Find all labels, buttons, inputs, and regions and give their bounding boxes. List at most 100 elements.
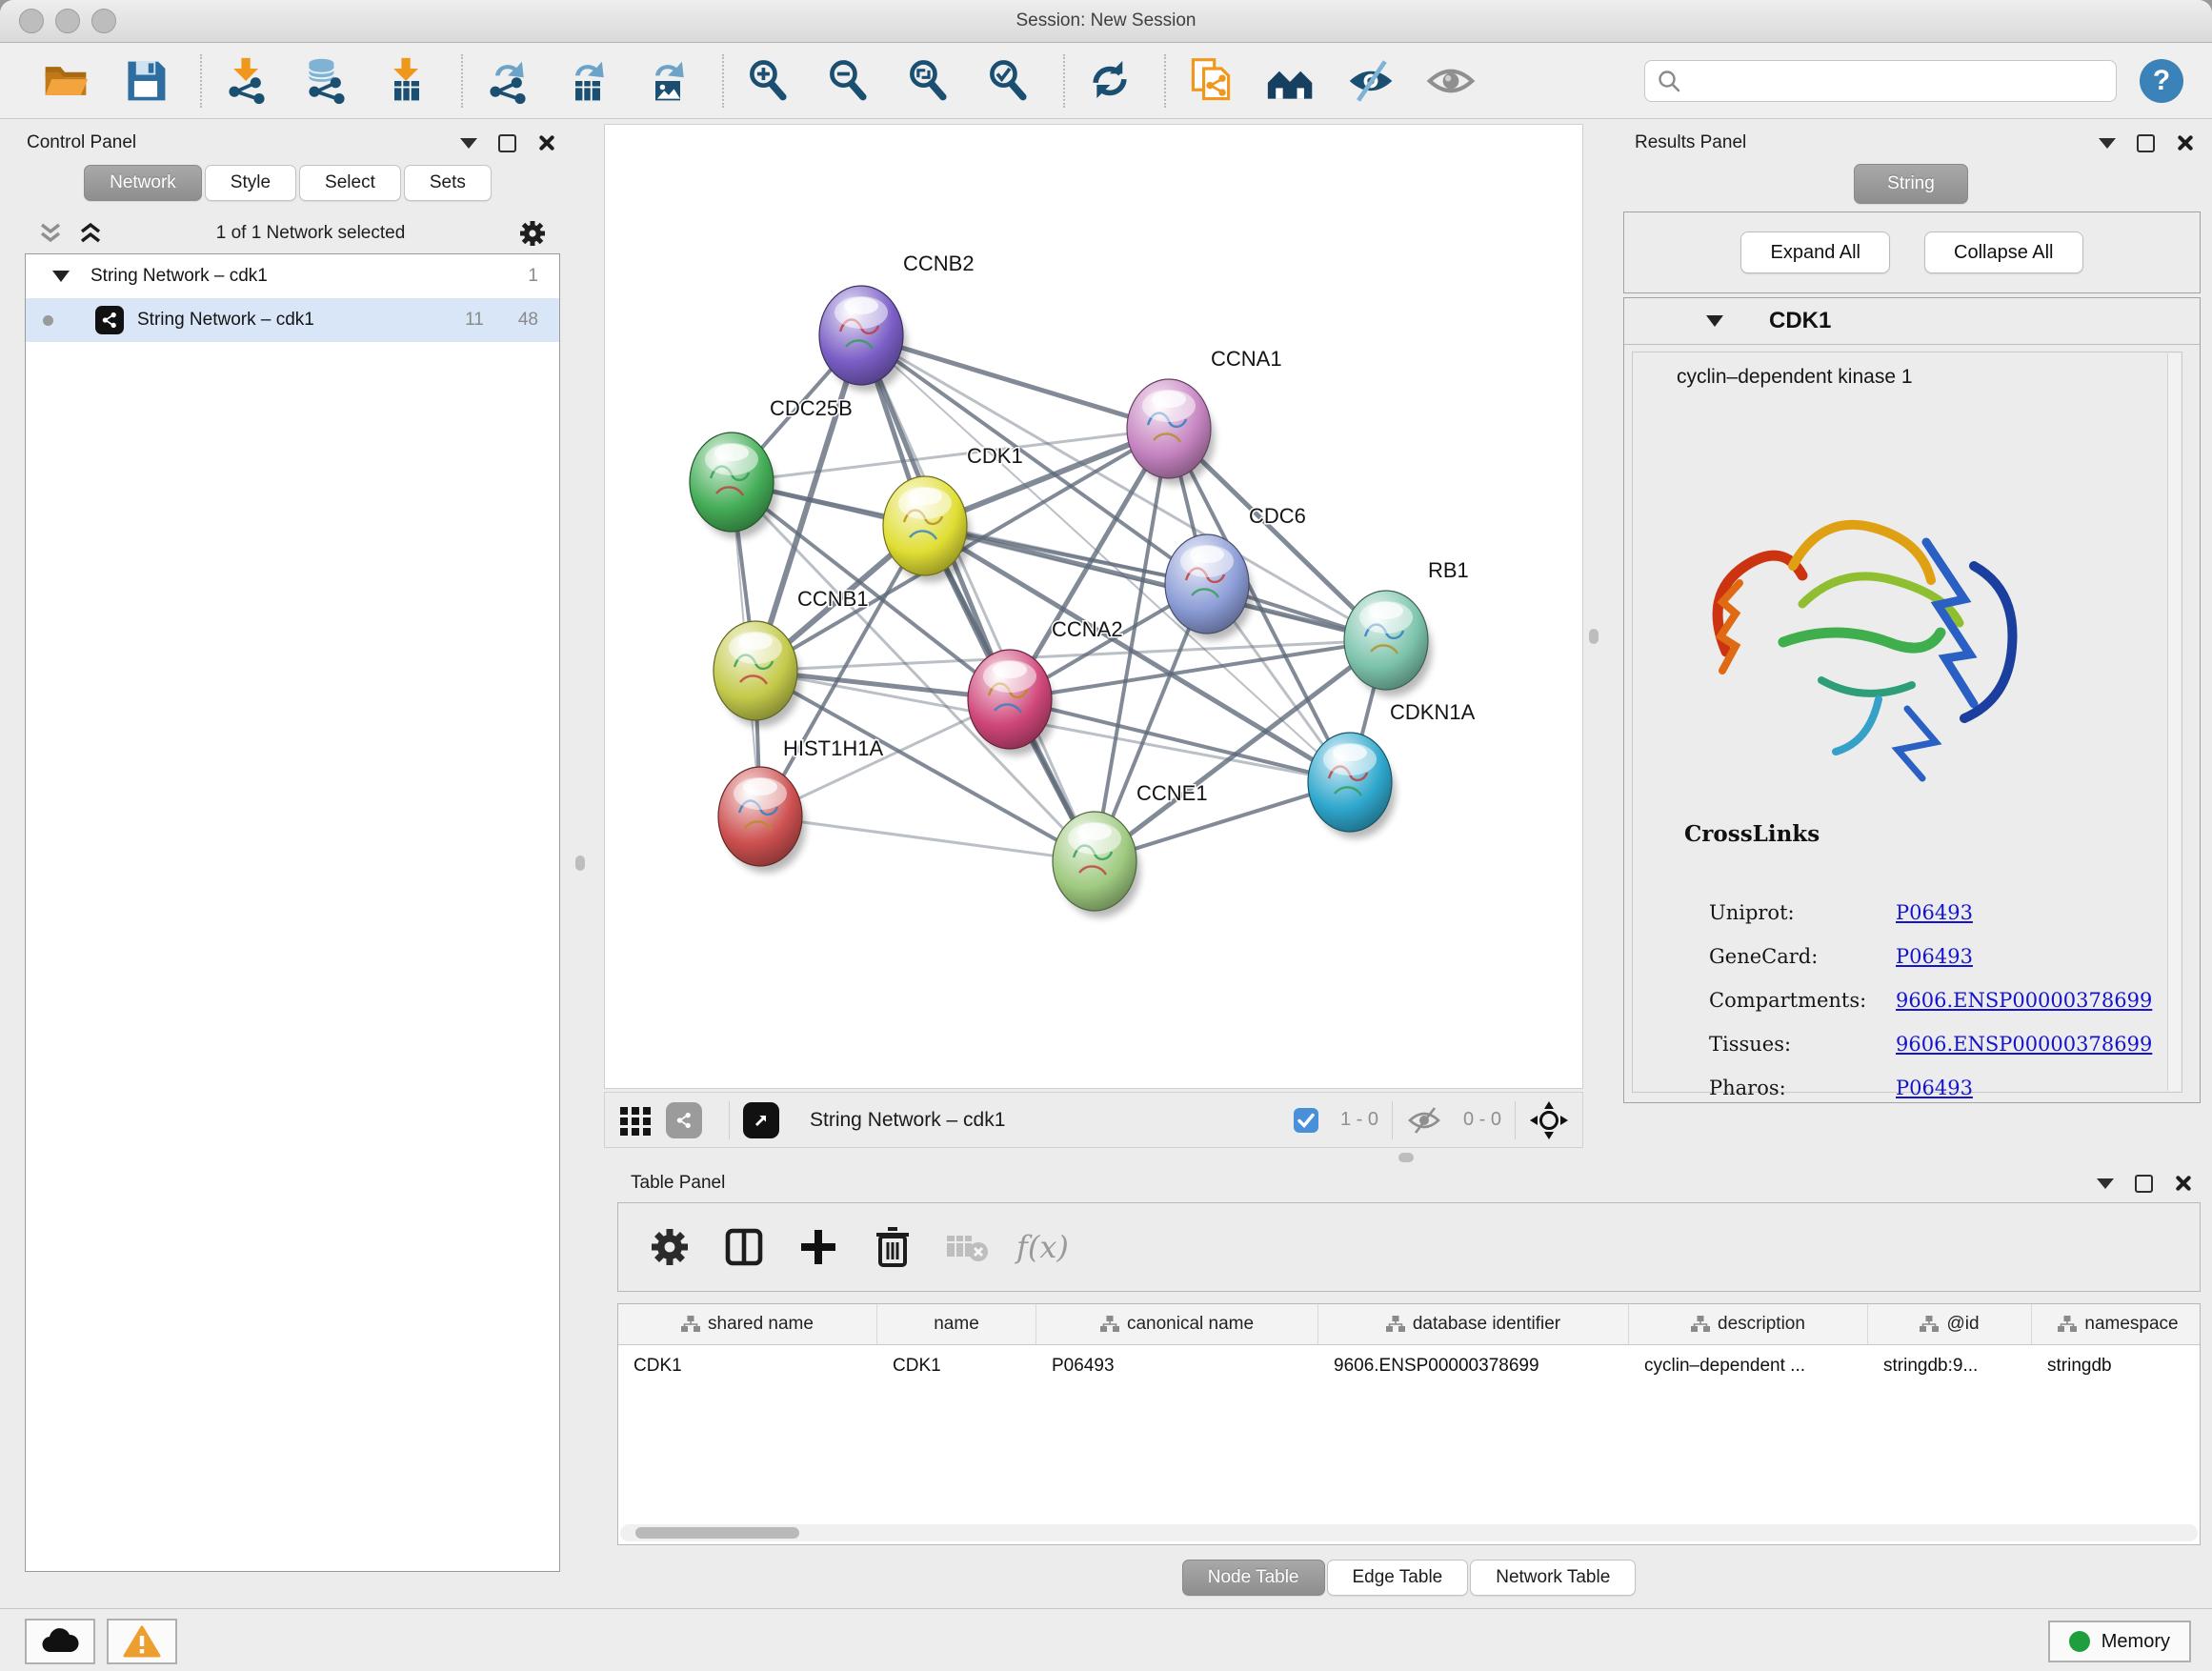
network-edge[interactable] bbox=[760, 816, 1095, 861]
refresh-icon[interactable] bbox=[1082, 53, 1137, 109]
tab-node-table[interactable]: Node Table bbox=[1182, 1560, 1325, 1596]
network-edge[interactable] bbox=[861, 335, 1169, 429]
expand-all-icon[interactable] bbox=[78, 222, 103, 245]
tab-style[interactable]: Style bbox=[205, 165, 296, 201]
hidden-eye-icon[interactable] bbox=[1406, 1104, 1442, 1137]
results-panel-title: Results Panel bbox=[1635, 132, 1746, 153]
add-column-icon[interactable] bbox=[788, 1217, 849, 1278]
delete-column-icon[interactable] bbox=[862, 1217, 923, 1278]
column-header-namespace[interactable]: namespace bbox=[2032, 1304, 2201, 1344]
column-header-canonical-name[interactable]: canonical name bbox=[1036, 1304, 1318, 1344]
grid-view-icon[interactable] bbox=[618, 1103, 653, 1137]
column-header-name[interactable]: name bbox=[877, 1304, 1036, 1344]
node-table[interactable]: shared namenamecanonical namedatabase id… bbox=[617, 1303, 2201, 1545]
float-panel-icon[interactable] bbox=[498, 134, 516, 152]
zoom-selected-icon[interactable] bbox=[981, 53, 1036, 109]
scrollbar-thumb[interactable] bbox=[635, 1527, 799, 1539]
collapse-panel-icon[interactable] bbox=[460, 138, 477, 149]
close-panel-icon[interactable] bbox=[537, 134, 554, 151]
search-input[interactable] bbox=[1681, 70, 2104, 92]
zoom-in-icon[interactable] bbox=[741, 53, 796, 109]
network-node-CCNE1[interactable]: CCNE1 bbox=[1053, 781, 1208, 917]
selected-checkbox-icon[interactable] bbox=[1293, 1107, 1319, 1134]
memory-button[interactable]: Memory bbox=[2048, 1621, 2191, 1662]
tab-network-table[interactable]: Network Table bbox=[1470, 1560, 1636, 1596]
float-panel-icon[interactable] bbox=[2135, 1175, 2153, 1193]
network-node-HIST1H1A[interactable]: HIST1H1A bbox=[718, 736, 883, 873]
clone-network-icon[interactable] bbox=[1183, 53, 1238, 109]
gene-section-header[interactable]: CDK1 bbox=[1624, 298, 2200, 345]
hide-graphics-icon[interactable] bbox=[1343, 53, 1398, 109]
right-splitter-grip[interactable] bbox=[1589, 629, 1599, 644]
home-icon[interactable] bbox=[1263, 53, 1318, 109]
open-in-window-icon[interactable] bbox=[743, 1102, 779, 1138]
shared-column-icon bbox=[1920, 1316, 1939, 1333]
network-node-CCNA1[interactable]: CCNA1 bbox=[1127, 347, 1282, 485]
table-row[interactable]: CDK1CDK1P064939606.ENSP00000378699cyclin… bbox=[618, 1345, 2200, 1387]
close-panel-icon[interactable] bbox=[2176, 134, 2193, 151]
warning-button[interactable] bbox=[107, 1619, 177, 1664]
bottom-splitter-grip[interactable] bbox=[1398, 1153, 1414, 1162]
delete-table-icon[interactable] bbox=[936, 1217, 997, 1278]
zoom-fit-icon[interactable] bbox=[901, 53, 956, 109]
float-panel-icon[interactable] bbox=[2137, 134, 2155, 152]
collapse-all-button[interactable]: Collapse All bbox=[1924, 232, 2083, 273]
export-network-icon[interactable] bbox=[480, 53, 535, 109]
help-button[interactable]: ? bbox=[2140, 59, 2183, 103]
crosslink-uniprot-link[interactable]: P06493 bbox=[1896, 901, 1973, 924]
columns-icon[interactable] bbox=[714, 1217, 774, 1278]
crosslink-pharos-link[interactable]: P06493 bbox=[1896, 1077, 1973, 1099]
left-splitter-grip[interactable] bbox=[575, 856, 585, 871]
gene-disclosure-icon[interactable] bbox=[1706, 315, 1723, 327]
collapse-panel-icon[interactable] bbox=[2099, 138, 2116, 149]
birdseye-view-icon[interactable] bbox=[1529, 1100, 1569, 1140]
network-row[interactable]: String Network – cdk1 11 48 bbox=[26, 298, 559, 342]
export-image-icon[interactable] bbox=[640, 53, 695, 109]
toolbar-icon-groups bbox=[38, 53, 1503, 109]
tab-edge-table[interactable]: Edge Table bbox=[1327, 1560, 1469, 1596]
open-session-icon[interactable] bbox=[38, 53, 93, 109]
zoom-out-icon[interactable] bbox=[821, 53, 876, 109]
network-node-CDKN1A[interactable]: CDKN1A bbox=[1308, 700, 1476, 838]
network-node-CCNB2[interactable]: CCNB2 bbox=[819, 252, 975, 392]
tab-network[interactable]: Network bbox=[84, 165, 202, 201]
tab-string[interactable]: String bbox=[1854, 164, 1968, 204]
network-canvas[interactable]: CCNB2CCNA1CDC25BCDK1CDC6RB1CCNB1CCNA2CDK… bbox=[604, 124, 1583, 1089]
collapse-all-icon[interactable] bbox=[38, 222, 63, 245]
table-horizontal-scrollbar[interactable] bbox=[620, 1524, 2198, 1541]
column-header-shared-name[interactable]: shared name bbox=[618, 1304, 877, 1344]
expand-all-button[interactable]: Expand All bbox=[1740, 232, 1890, 273]
network-node-CCNB1[interactable]: CCNB1 bbox=[714, 587, 869, 727]
collapse-panel-icon[interactable] bbox=[2097, 1178, 2114, 1189]
tab-sets[interactable]: Sets bbox=[404, 165, 492, 201]
search-box[interactable] bbox=[1644, 60, 2117, 102]
network-badge-gray-icon[interactable] bbox=[666, 1102, 702, 1138]
tab-select[interactable]: Select bbox=[299, 165, 401, 201]
import-network-database-icon[interactable] bbox=[299, 53, 354, 109]
crosslink-tissues-link[interactable]: 9606.ENSP00000378699 bbox=[1896, 1033, 2152, 1056]
close-panel-icon[interactable] bbox=[2174, 1175, 2191, 1192]
network-edge[interactable] bbox=[861, 335, 1095, 861]
show-graphics-icon[interactable] bbox=[1423, 53, 1478, 109]
gear-icon[interactable] bbox=[518, 219, 547, 248]
column-header-database-identifier[interactable]: database identifier bbox=[1318, 1304, 1629, 1344]
window-title: Session: New Session bbox=[0, 0, 2212, 42]
column-header-description[interactable]: description bbox=[1629, 1304, 1868, 1344]
network-node-CDC25B[interactable]: CDC25B bbox=[690, 396, 853, 538]
import-table-icon[interactable] bbox=[379, 53, 434, 109]
network-collection-row[interactable]: String Network – cdk1 1 bbox=[26, 254, 559, 298]
collection-disclosure-icon[interactable] bbox=[52, 271, 70, 282]
results-scrollbar[interactable] bbox=[2167, 353, 2181, 1091]
crosslink-genecard-link[interactable]: P06493 bbox=[1896, 945, 1973, 968]
network-node-RB1[interactable]: RB1 bbox=[1344, 558, 1469, 696]
function-builder-icon[interactable]: f(x) bbox=[1016, 1229, 1069, 1265]
network-graph[interactable]: CCNB2CCNA1CDC25BCDK1CDC6RB1CCNB1CCNA2CDK… bbox=[605, 125, 1582, 1088]
cloud-button[interactable] bbox=[25, 1619, 95, 1664]
export-table-icon[interactable] bbox=[560, 53, 615, 109]
table-gear-icon[interactable] bbox=[639, 1217, 700, 1278]
save-session-icon[interactable] bbox=[118, 53, 173, 109]
crosslink-compartments-link[interactable]: 9606.ENSP00000378699 bbox=[1896, 989, 2152, 1012]
import-network-icon[interactable] bbox=[219, 53, 274, 109]
column-header-@id[interactable]: @id bbox=[1868, 1304, 2032, 1344]
toolbar-separator bbox=[461, 54, 463, 108]
